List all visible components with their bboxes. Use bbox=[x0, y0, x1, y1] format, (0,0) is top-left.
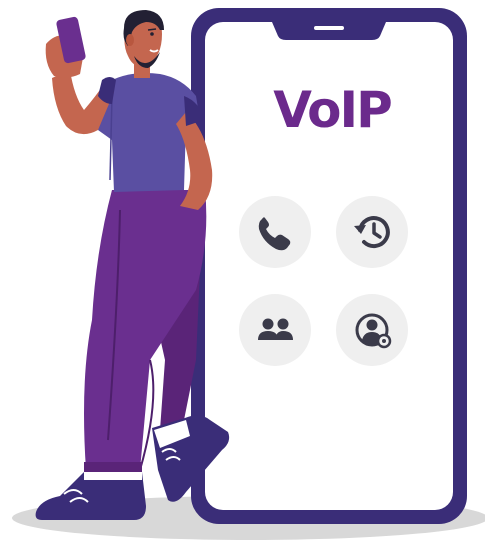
app-logo: VoIP bbox=[273, 81, 391, 139]
phone-device: VoIP bbox=[191, 8, 467, 524]
history-button[interactable] bbox=[336, 196, 408, 268]
pant-cuff bbox=[84, 462, 142, 472]
front-shoe bbox=[35, 472, 146, 520]
contacts-button[interactable] bbox=[239, 294, 311, 366]
voip-illustration: VoIP bbox=[12, 8, 485, 540]
call-button[interactable] bbox=[239, 196, 311, 268]
profile-button[interactable] bbox=[336, 294, 408, 366]
head bbox=[123, 10, 164, 68]
phone-notch bbox=[272, 22, 386, 40]
speaker-slot bbox=[314, 26, 344, 30]
